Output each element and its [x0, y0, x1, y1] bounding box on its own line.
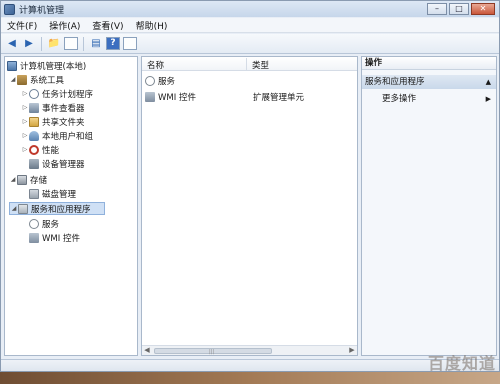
horizontal-scrollbar[interactable]: ◀ ||| ▶: [142, 345, 357, 355]
menu-action[interactable]: 操作(A): [49, 19, 80, 32]
menu-view[interactable]: 查看(V): [92, 19, 123, 32]
list-item-name: 服务: [158, 76, 176, 87]
console-tree[interactable]: 计算机管理(本地) ◢ 系统工具 ▷ 任务计划程序 ▷ 事件查看器 ▷ 共享文件…: [4, 56, 138, 356]
maximize-button[interactable]: □: [449, 3, 469, 15]
back-arrow-icon[interactable]: ◀: [5, 37, 19, 51]
services-icon: [145, 75, 155, 86]
storage-icon: [17, 174, 27, 185]
results-list[interactable]: 名称 类型 服务 WMI 控件 扩展管理单元 ◀ ||| ▶: [141, 56, 358, 356]
expand-triangle-icon[interactable]: ▷: [21, 104, 29, 111]
tree-item-label: WMI 控件: [42, 233, 80, 244]
clock-icon: [29, 88, 39, 99]
tree-item-label: 服务和应用程序: [31, 204, 91, 215]
tree-item-label: 设备管理器: [42, 159, 85, 170]
column-header-name[interactable]: 名称: [147, 59, 164, 71]
actions-pane: 操作 服务和应用程序 ▲ 更多操作 ▶: [361, 56, 497, 356]
list-item-type: 扩展管理单元: [253, 92, 305, 103]
list-item[interactable]: WMI 控件 扩展管理单元: [145, 90, 355, 103]
scrollbar-grip-icon: |||: [209, 349, 215, 355]
tools-icon: [17, 74, 27, 85]
tree-item-disk-management[interactable]: 磁盘管理: [29, 187, 76, 200]
actions-section-label: 服务和应用程序: [365, 77, 425, 87]
tree-item-task-scheduler[interactable]: ▷ 任务计划程序: [21, 87, 93, 100]
close-button[interactable]: ✕: [471, 3, 495, 15]
services-apps-icon: [18, 203, 28, 214]
tree-item-label: 任务计划程序: [42, 89, 94, 100]
menu-file[interactable]: 文件(F): [7, 19, 37, 32]
toolbar-separator: [83, 36, 84, 51]
performance-icon: [29, 144, 39, 155]
tree-item-label: 本地用户和组: [42, 131, 94, 142]
list-item[interactable]: 服务: [145, 74, 355, 87]
menu-bar: 文件(F) 操作(A) 查看(V) 帮助(H): [1, 18, 499, 33]
tree-item-services-apps[interactable]: ◢ 服务和应用程序: [9, 202, 105, 215]
tree-item-label: 磁盘管理: [42, 189, 77, 200]
collapse-triangle-icon[interactable]: ◢: [10, 205, 18, 212]
tree-item-label: 系统工具: [30, 75, 65, 86]
tree-root-label: 计算机管理(本地): [20, 61, 87, 72]
tree-item-label: 性能: [42, 145, 60, 156]
up-folder-icon[interactable]: 📁: [47, 37, 61, 51]
show-hide-tree-icon[interactable]: [64, 37, 78, 50]
tree-item-shared-folders[interactable]: ▷ 共享文件夹: [21, 115, 85, 128]
tree-item-event-viewer[interactable]: ▷ 事件查看器: [21, 101, 85, 114]
title-bar[interactable]: 计算机管理 – □ ✕: [1, 1, 499, 17]
tree-item-device-manager[interactable]: 设备管理器: [29, 157, 85, 170]
list-item-name: WMI 控件: [158, 92, 196, 103]
tree-item-local-users[interactable]: ▷ 本地用户和组: [21, 129, 93, 142]
event-viewer-icon: [29, 102, 39, 113]
expand-triangle-icon[interactable]: ▷: [21, 90, 29, 97]
menu-help[interactable]: 帮助(H): [136, 19, 168, 32]
disk-icon: [29, 188, 39, 199]
shared-folder-icon: [29, 116, 39, 127]
actions-header: 操作: [362, 57, 496, 70]
list-header: 名称 类型: [142, 57, 357, 71]
column-header-type[interactable]: 类型: [252, 59, 269, 71]
wmi-icon: [29, 232, 39, 243]
computer-management-window: 计算机管理 – □ ✕ 文件(F) 操作(A) 查看(V) 帮助(H) ◀ ▶ …: [0, 0, 500, 372]
device-manager-icon: [29, 158, 39, 169]
submenu-arrow-icon: ▶: [485, 95, 491, 103]
services-icon: [29, 218, 39, 229]
collapse-arrow-icon[interactable]: ▲: [486, 75, 491, 89]
more-actions-item[interactable]: 更多操作 ▶: [382, 93, 494, 106]
expand-triangle-icon[interactable]: ▷: [21, 146, 29, 153]
help-icon[interactable]: ?: [106, 37, 120, 50]
show-hide-action-pane-icon[interactable]: [123, 37, 137, 50]
watermark: 百度知道: [427, 354, 496, 373]
tree-item-system-tools[interactable]: ◢ 系统工具: [9, 73, 64, 86]
forward-arrow-icon[interactable]: ▶: [22, 37, 36, 51]
more-actions-label: 更多操作: [382, 94, 417, 104]
tree-item-performance[interactable]: ▷ 性能: [21, 143, 59, 156]
tree-item-storage[interactable]: ◢ 存储: [9, 173, 47, 186]
expand-triangle-icon[interactable]: ▷: [21, 118, 29, 125]
actions-section-services-apps[interactable]: 服务和应用程序 ▲: [362, 75, 496, 89]
wmi-icon: [145, 91, 155, 102]
tree-root[interactable]: 计算机管理(本地): [7, 59, 86, 72]
toolbar-separator: [41, 36, 42, 51]
users-icon: [29, 130, 39, 141]
minimize-button[interactable]: –: [427, 3, 447, 15]
toolbar: ◀ ▶ 📁 ▤ ?: [1, 34, 499, 54]
tree-item-label: 事件查看器: [42, 103, 85, 114]
export-list-icon[interactable]: ▤: [89, 37, 103, 51]
desktop-background: [0, 372, 500, 384]
column-divider[interactable]: [246, 58, 247, 70]
collapse-triangle-icon[interactable]: ◢: [9, 176, 17, 183]
scroll-right-icon[interactable]: ▶: [347, 346, 357, 355]
tree-item-wmi[interactable]: WMI 控件: [29, 231, 80, 244]
tree-item-label: 服务: [42, 219, 60, 230]
tree-item-services[interactable]: 服务: [29, 217, 59, 230]
expand-triangle-icon[interactable]: ▷: [21, 132, 29, 139]
collapse-triangle-icon[interactable]: ◢: [9, 76, 17, 83]
window-title: 计算机管理: [19, 5, 65, 16]
tree-item-label: 共享文件夹: [42, 117, 85, 128]
status-bar: [1, 359, 499, 371]
computer-icon: [7, 60, 17, 71]
scroll-left-icon[interactable]: ◀: [142, 346, 152, 355]
computer-management-icon: [4, 3, 15, 15]
tree-item-label: 存储: [30, 175, 48, 186]
